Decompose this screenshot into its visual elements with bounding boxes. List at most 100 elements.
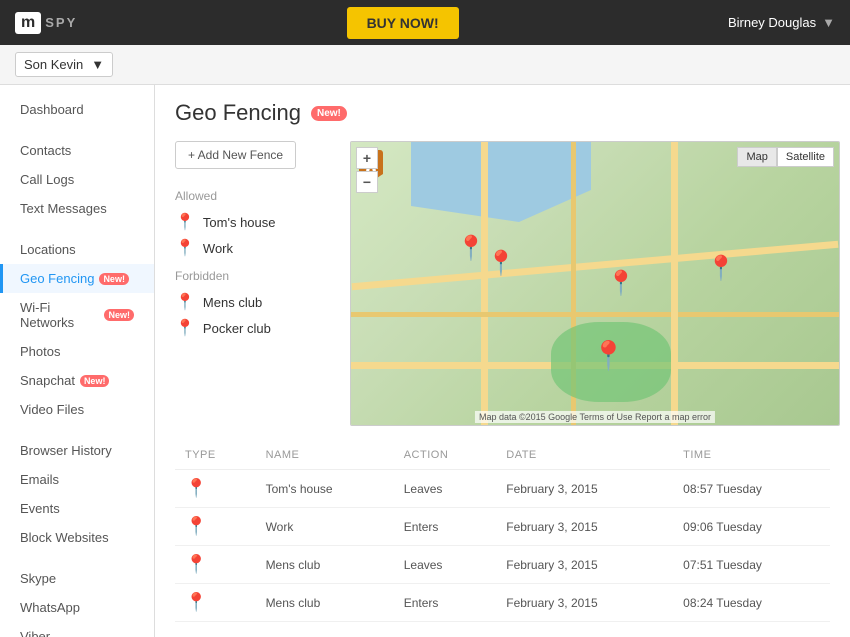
sidebar-item-geo-fencing[interactable]: Geo Fencing New! [0, 264, 154, 293]
row-name: Tom's house [256, 470, 394, 508]
buy-now-button[interactable]: BUY NOW! [347, 7, 459, 39]
fence-name: Mens club [203, 295, 262, 310]
sidebar-item-skype[interactable]: Skype [0, 564, 154, 593]
row-date: February 3, 2015 [496, 470, 673, 508]
table-row: 📍 Tom's house Leaves February 3, 2015 08… [175, 470, 830, 508]
sidebar-item-label: Locations [20, 242, 76, 257]
table-row: 📍 Mens club Enters February 3, 2015 08:2… [175, 584, 830, 622]
table-row: 📍 Work Enters February 3, 2015 09:06 Tue… [175, 508, 830, 546]
sidebar-item-label: Browser History [20, 443, 112, 458]
user-dropdown-arrow[interactable]: ▼ [822, 15, 835, 30]
map-pin-red-1: 📍 [456, 237, 486, 261]
sidebar-item-contacts[interactable]: Contacts [0, 136, 154, 165]
fence-list-column: + Add New Fence Allowed 📍 Tom's house 📍 … [175, 141, 335, 341]
sidebar-item-wifi-networks[interactable]: Wi-Fi Networks New! [0, 293, 154, 337]
row-name: Work [256, 508, 394, 546]
forbidden-fence-2[interactable]: 📍 Pocker club [175, 315, 335, 341]
new-badge: New! [99, 273, 129, 285]
sidebar-item-snapchat[interactable]: Snapchat New! [0, 366, 154, 395]
row-time: 08:57 Tuesday [673, 470, 830, 508]
user-name: Birney Douglas [728, 15, 816, 30]
map-road-v1 [481, 142, 488, 425]
map-road-h2 [351, 312, 839, 317]
content-row: + Add New Fence Allowed 📍 Tom's house 📍 … [175, 141, 830, 426]
map-water [411, 142, 591, 222]
sidebar-item-photos[interactable]: Photos [0, 337, 154, 366]
map-road-v3 [671, 142, 678, 425]
map-pin-red-2: 📍 [486, 252, 516, 276]
map-pin-green-2: 📍 [591, 342, 626, 370]
selected-user-label: Son Kevin [24, 57, 83, 72]
sidebar-item-label: Snapchat [20, 373, 75, 388]
zoom-out-button[interactable]: − [356, 171, 378, 193]
sidebar-item-label: Dashboard [20, 102, 84, 117]
row-action: Leaves [394, 470, 497, 508]
sidebar-item-call-logs[interactable]: Call Logs [0, 165, 154, 194]
row-type: 📍 [175, 546, 256, 584]
user-selector[interactable]: Son Kevin ▼ [15, 52, 113, 77]
sidebar-item-emails[interactable]: Emails [0, 465, 154, 494]
row-action: Enters [394, 584, 497, 622]
red-pin-icon: 📍 [175, 292, 195, 312]
sidebar-item-video-files[interactable]: Video Files [0, 395, 154, 424]
content-area: Geo Fencing New! + Add New Fence Allowed… [155, 85, 850, 637]
page-new-badge: New! [311, 106, 347, 121]
sidebar-item-label: Block Websites [20, 530, 109, 545]
row-type: 📍 [175, 584, 256, 622]
logo: m SPY [15, 12, 77, 34]
row-time: 08:24 Tuesday [673, 584, 830, 622]
forbidden-label: Forbidden [175, 269, 335, 283]
sidebar-item-label: WhatsApp [20, 600, 80, 615]
fence-events-table: TYPE NAME ACTION DATE TIME 📍 Tom's house… [175, 441, 830, 622]
map-pin-red-3: 📍 [706, 257, 736, 281]
col-time: TIME [673, 441, 830, 470]
map-road-h1 [352, 241, 839, 291]
map-pin-green-1: 📍 [606, 272, 636, 296]
forbidden-fence-1[interactable]: 📍 Mens club [175, 289, 335, 315]
sidebar-item-label: Photos [20, 344, 60, 359]
col-name: NAME [256, 441, 394, 470]
new-badge: New! [104, 309, 134, 321]
sidebar-item-label: Geo Fencing [20, 271, 94, 286]
map-container: 📍 📍 📍 📍 📍 + − Map Satellite [350, 141, 840, 426]
logo-spy: SPY [45, 15, 77, 30]
user-info: Birney Douglas ▼ [728, 15, 835, 30]
header: m SPY BUY NOW! Birney Douglas ▼ [0, 0, 850, 45]
sidebar-item-label: Call Logs [20, 172, 74, 187]
allowed-fence-2[interactable]: 📍 Work [175, 235, 335, 261]
table-row: 📍 Mens club Leaves February 3, 2015 07:5… [175, 546, 830, 584]
map-view-button[interactable]: Map [737, 147, 776, 167]
row-name: Mens club [256, 546, 394, 584]
sidebar-item-dashboard[interactable]: Dashboard [0, 95, 154, 124]
col-date: DATE [496, 441, 673, 470]
add-fence-button[interactable]: + Add New Fence [175, 141, 296, 169]
sidebar-item-text-messages[interactable]: Text Messages [0, 194, 154, 223]
allowed-fence-1[interactable]: 📍 Tom's house [175, 209, 335, 235]
sidebar-item-events[interactable]: Events [0, 494, 154, 523]
col-action: ACTION [394, 441, 497, 470]
sidebar-item-label: Events [20, 501, 60, 516]
sidebar: Dashboard Contacts Call Logs Text Messag… [0, 85, 155, 637]
allowed-label: Allowed [175, 189, 335, 203]
green-pin-icon: 📍 [175, 212, 195, 232]
sidebar-item-block-websites[interactable]: Block Websites [0, 523, 154, 552]
sidebar-item-label: Emails [20, 472, 59, 487]
zoom-in-button[interactable]: + [356, 147, 378, 169]
sidebar-item-label: Text Messages [20, 201, 107, 216]
map-controls: + − [356, 147, 378, 193]
row-name: Mens club [256, 584, 394, 622]
main-layout: Dashboard Contacts Call Logs Text Messag… [0, 85, 850, 637]
sidebar-item-viber[interactable]: Viber [0, 622, 154, 637]
green-pin-icon: 📍 [175, 238, 195, 258]
logo-m: m [15, 12, 41, 34]
satellite-view-button[interactable]: Satellite [777, 147, 834, 167]
sidebar-item-label: Viber [20, 629, 50, 637]
row-action: Leaves [394, 546, 497, 584]
row-date: February 3, 2015 [496, 584, 673, 622]
sidebar-item-locations[interactable]: Locations [0, 235, 154, 264]
row-date: February 3, 2015 [496, 546, 673, 584]
user-select-arrow: ▼ [91, 57, 104, 72]
sidebar-item-whatsapp[interactable]: WhatsApp [0, 593, 154, 622]
sidebar-item-browser-history[interactable]: Browser History [0, 436, 154, 465]
row-date: February 3, 2015 [496, 508, 673, 546]
